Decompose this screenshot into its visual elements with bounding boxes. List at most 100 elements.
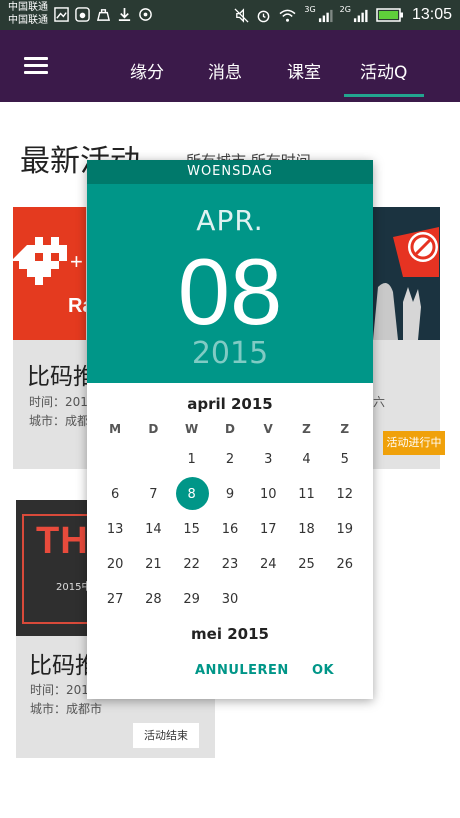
activity-card-1-image-right — [373, 207, 440, 340]
download-icon — [118, 7, 131, 21]
calendar-day[interactable]: 13 — [96, 512, 134, 547]
calendar-day[interactable]: 6 — [96, 477, 134, 512]
mute-icon — [234, 7, 249, 23]
calendar-day[interactable]: 16 — [211, 512, 249, 547]
status-badge-ongoing: 活动进行中 — [383, 431, 445, 455]
calendar-day-number: 26 — [336, 557, 354, 572]
calendar-day[interactable]: 15 — [173, 512, 211, 547]
notification-icons — [54, 7, 153, 22]
calendar-day[interactable]: 9 — [211, 477, 249, 512]
protest-illustration — [373, 227, 439, 340]
ok-button[interactable]: OK — [312, 663, 334, 678]
calendar-day-number: 12 — [336, 487, 354, 502]
calendar-day-number: 1 — [187, 452, 196, 467]
tab-yuanfen[interactable]: 缘分 — [130, 58, 164, 83]
calendar-day[interactable]: 25 — [287, 547, 325, 582]
chat-icon — [139, 8, 152, 21]
top-nav-bar: 缘分 消息 课室 活动Q — [0, 30, 460, 102]
calendar-day-number: 8 — [187, 487, 196, 502]
svg-text:Ra: Ra — [68, 295, 86, 317]
calendar-day-number: 25 — [298, 557, 315, 572]
calendar-day[interactable]: 3 — [249, 442, 287, 477]
activity-card-1-day: 六 — [373, 395, 386, 409]
calendar-day-number: 13 — [106, 522, 124, 537]
alarm-icon — [258, 10, 270, 22]
selected-month[interactable]: APR. — [87, 204, 373, 237]
selected-year[interactable]: 2015 — [87, 336, 373, 371]
calendar-day-number: 14 — [145, 522, 162, 537]
calendar-day-number: 9 — [225, 487, 235, 502]
selected-day[interactable]: 08 — [87, 242, 373, 342]
calendar-day-number: 4 — [302, 452, 311, 467]
calendar-day[interactable]: 19 — [326, 512, 364, 547]
calendar-day[interactable]: 30 — [211, 582, 249, 617]
activity-card-1-title: 比码推 — [27, 364, 96, 390]
calendar-day-number: 17 — [259, 522, 277, 537]
calendar-day[interactable]: 14 — [134, 512, 172, 547]
tab-classroom[interactable]: 课室 — [287, 58, 321, 83]
weekday-label: W — [185, 422, 199, 436]
active-tab-indicator — [344, 94, 424, 97]
calendar-day-number: 30 — [221, 592, 239, 607]
calendar-day[interactable]: 18 — [287, 512, 325, 547]
date-picker-dialog: WOENSDAG APR. 08 2015 april 2015 M D W D… — [87, 160, 373, 699]
svg-text:+: + — [70, 249, 83, 274]
calendar-day-number: 2 — [225, 452, 235, 467]
calendar-day[interactable]: 1 — [173, 442, 211, 477]
calendar-day-number: 29 — [183, 592, 200, 607]
calendar-day[interactable]: 17 — [249, 512, 287, 547]
network-3g-label: 3G — [304, 5, 316, 14]
calendar-day[interactable]: 21 — [134, 547, 172, 582]
activity-card-2-city: 城市：成都市 — [30, 702, 103, 716]
shopping-icon — [96, 9, 111, 21]
calendar-day-number: 16 — [221, 522, 239, 537]
activity-card-1-meta: 时间：201 城市：成都 — [29, 393, 89, 431]
tab-messages[interactable]: 消息 — [208, 58, 242, 83]
menu-icon[interactable] — [24, 57, 48, 75]
calendar-day[interactable]: 4 — [287, 442, 325, 477]
signal-icon-2 — [353, 9, 368, 22]
calendar-day[interactable]: 5 — [326, 442, 364, 477]
calendar-day-number: 7 — [149, 487, 158, 502]
app-icon — [75, 7, 90, 22]
weekday-label: Z — [340, 422, 350, 436]
calendar-day[interactable]: 22 — [173, 547, 211, 582]
calendar-day-number: 19 — [336, 522, 354, 537]
calendar-day-selected[interactable]: 8 — [173, 477, 211, 512]
calendar-day[interactable]: 10 — [249, 477, 287, 512]
calendar-day-number: 6 — [110, 487, 120, 502]
network-2g-label: 2G — [339, 5, 351, 14]
next-month-title: mei 2015 — [191, 625, 269, 643]
calendar-day[interactable]: 28 — [134, 582, 172, 617]
calendar-day[interactable]: 12 — [326, 477, 364, 512]
calendar-month-title: april 2015 — [187, 395, 273, 413]
status-badge-ended: 活动结束 — [133, 723, 199, 748]
calendar-day[interactable]: 29 — [173, 582, 211, 617]
calendar-day[interactable]: 27 — [96, 582, 134, 617]
calendar-day-number: 22 — [183, 557, 200, 572]
activity-card-1-image: + Ra — [11, 207, 94, 340]
system-icons: 3G 2G 13:05 — [234, 6, 452, 24]
calendar-day[interactable]: 11 — [287, 477, 325, 512]
signal-icon-1 — [318, 9, 333, 22]
calendar-day-number: 5 — [340, 452, 349, 467]
calendar-day[interactable]: 23 — [211, 547, 249, 582]
calendar-day[interactable]: 24 — [249, 547, 287, 582]
tab-activities[interactable]: 活动Q — [360, 58, 407, 83]
weekday-label: D — [224, 422, 235, 436]
activity-card-1-time: 时间：201 — [29, 395, 88, 409]
calendar-day-number: 23 — [221, 557, 239, 572]
calendar-day[interactable]: 2 — [211, 442, 249, 477]
calendar-day-number: 27 — [106, 592, 124, 607]
clock: 13:05 — [411, 6, 452, 23]
calendar-day[interactable]: 20 — [96, 547, 134, 582]
calendar-day[interactable]: 7 — [134, 477, 172, 512]
calendar-day-number: 11 — [298, 487, 315, 502]
calendar-day-number: 18 — [298, 522, 315, 537]
cancel-button[interactable]: ANNULEREN — [195, 663, 289, 678]
image-icon — [54, 7, 69, 22]
calendar-day[interactable]: 26 — [326, 547, 364, 582]
calendar-day-number: 20 — [106, 557, 124, 572]
battery-icon — [376, 8, 403, 22]
selected-weekday: WOENSDAG — [87, 160, 373, 184]
